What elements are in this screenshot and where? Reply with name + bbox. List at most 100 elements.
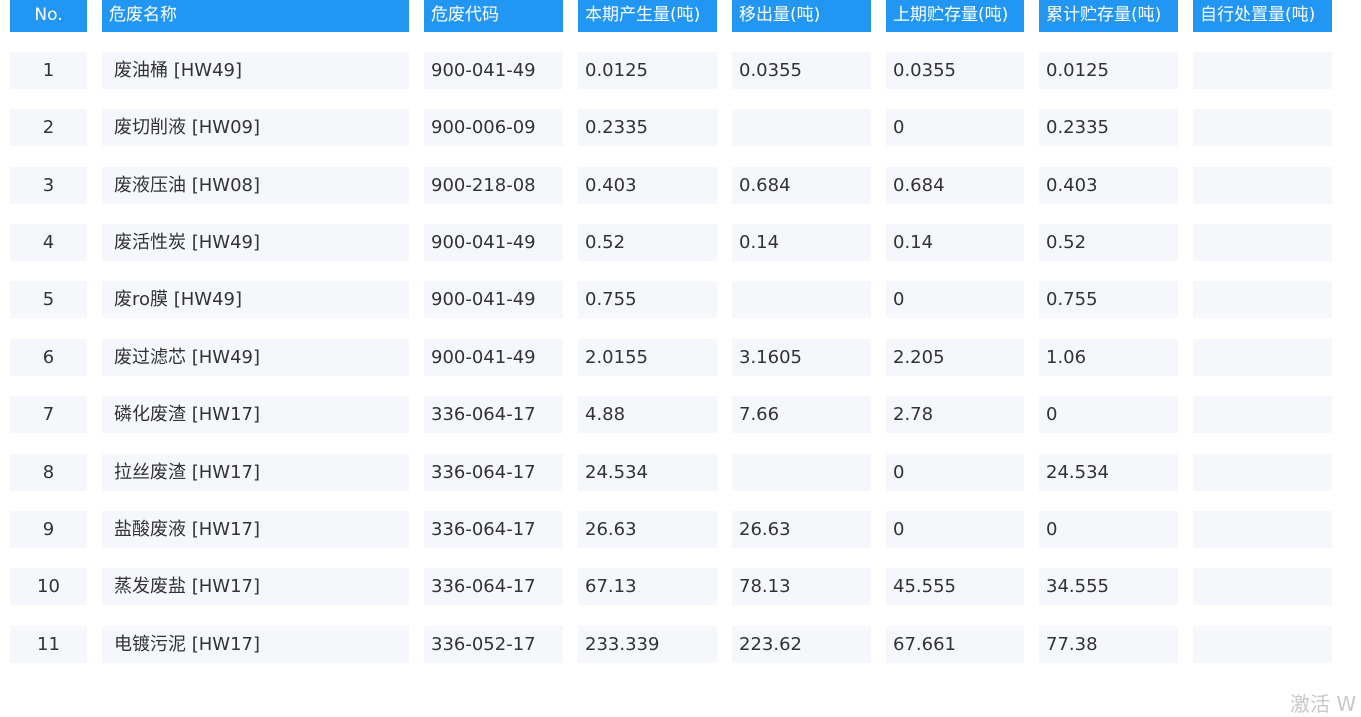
- cell-generated: 26.63: [578, 511, 717, 548]
- cell-waste-code: 336-064-17: [424, 511, 563, 548]
- cell-removed: 3.1605: [732, 339, 871, 376]
- cell-waste-name: 废活性炭 [HW49]: [102, 224, 409, 261]
- cell-self-disposal: [1193, 224, 1332, 261]
- cell-total-storage: 0.2335: [1039, 109, 1178, 146]
- cell-removed: 78.13: [732, 568, 871, 605]
- table-row[interactable]: 3 废液压油 [HW08] 900-218-08 0.403 0.684 0.6…: [0, 167, 1361, 204]
- cell-total-storage: 34.555: [1039, 568, 1178, 605]
- cell-no: 6: [10, 339, 87, 376]
- cell-removed: 0.684: [732, 167, 871, 204]
- column-header-self-disposal[interactable]: 自行处置量(吨): [1193, 0, 1332, 32]
- cell-prev-storage: 0.684: [886, 167, 1024, 204]
- cell-waste-name: 磷化废渣 [HW17]: [102, 396, 409, 433]
- cell-prev-storage: 67.661: [886, 626, 1024, 663]
- cell-self-disposal: [1193, 568, 1332, 605]
- waste-table: No. 危废名称 危废代码 本期产生量(吨) 移出量(吨) 上期贮存量(吨) 累…: [0, 0, 1361, 700]
- cell-prev-storage: 2.205: [886, 339, 1024, 376]
- cell-generated: 67.13: [578, 568, 717, 605]
- cell-removed: [732, 109, 871, 146]
- cell-no: 9: [10, 511, 87, 548]
- cell-no: 11: [10, 626, 87, 663]
- cell-no: 2: [10, 109, 87, 146]
- cell-no: 7: [10, 396, 87, 433]
- cell-total-storage: 24.534: [1039, 454, 1178, 491]
- cell-removed: 0.14: [732, 224, 871, 261]
- cell-total-storage: 0.403: [1039, 167, 1178, 204]
- cell-no: 10: [10, 568, 87, 605]
- table-row[interactable]: 5 废ro膜 [HW49] 900-041-49 0.755 0 0.755: [0, 281, 1361, 318]
- table-row[interactable]: 6 废过滤芯 [HW49] 900-041-49 2.0155 3.1605 2…: [0, 339, 1361, 376]
- cell-self-disposal: [1193, 167, 1332, 204]
- cell-prev-storage: 45.555: [886, 568, 1024, 605]
- cell-waste-code: 336-064-17: [424, 568, 563, 605]
- cell-self-disposal: [1193, 281, 1332, 318]
- cell-generated: 0.755: [578, 281, 717, 318]
- cell-generated: 0.0125: [578, 52, 717, 89]
- cell-waste-name: 盐酸废液 [HW17]: [102, 511, 409, 548]
- column-header-removed[interactable]: 移出量(吨): [732, 0, 871, 32]
- cell-total-storage: 77.38: [1039, 626, 1178, 663]
- table-row[interactable]: 8 拉丝废渣 [HW17] 336-064-17 24.534 0 24.534: [0, 454, 1361, 491]
- cell-prev-storage: 0.14: [886, 224, 1024, 261]
- cell-waste-name: 蒸发废盐 [HW17]: [102, 568, 409, 605]
- cell-waste-name: 废切削液 [HW09]: [102, 109, 409, 146]
- cell-waste-name: 拉丝废渣 [HW17]: [102, 454, 409, 491]
- cell-self-disposal: [1193, 454, 1332, 491]
- cell-generated: 0.2335: [578, 109, 717, 146]
- column-header-generated[interactable]: 本期产生量(吨): [578, 0, 717, 32]
- cell-removed: [732, 454, 871, 491]
- table-row[interactable]: 1 废油桶 [HW49] 900-041-49 0.0125 0.0355 0.…: [0, 52, 1361, 89]
- cell-removed: 26.63: [732, 511, 871, 548]
- column-header-waste-name[interactable]: 危废名称: [102, 0, 409, 32]
- cell-total-storage: 0: [1039, 511, 1178, 548]
- cell-generated: 24.534: [578, 454, 717, 491]
- cell-prev-storage: 0: [886, 109, 1024, 146]
- table-row[interactable]: 9 盐酸废液 [HW17] 336-064-17 26.63 26.63 0 0: [0, 511, 1361, 548]
- cell-waste-code: 900-006-09: [424, 109, 563, 146]
- column-header-total-storage[interactable]: 累计贮存量(吨): [1039, 0, 1178, 32]
- table-row[interactable]: 7 磷化废渣 [HW17] 336-064-17 4.88 7.66 2.78 …: [0, 396, 1361, 433]
- cell-prev-storage: 0: [886, 511, 1024, 548]
- cell-generated: 0.403: [578, 167, 717, 204]
- cell-prev-storage: 0: [886, 281, 1024, 318]
- cell-waste-code: 900-041-49: [424, 52, 563, 89]
- cell-generated: 0.52: [578, 224, 717, 261]
- cell-self-disposal: [1193, 339, 1332, 376]
- cell-generated: 2.0155: [578, 339, 717, 376]
- cell-waste-code: 900-041-49: [424, 339, 563, 376]
- cell-removed: 7.66: [732, 396, 871, 433]
- cell-self-disposal: [1193, 52, 1332, 89]
- table-row[interactable]: 2 废切削液 [HW09] 900-006-09 0.2335 0 0.2335: [0, 109, 1361, 146]
- column-header-no[interactable]: No.: [10, 0, 87, 32]
- cell-waste-code: 900-041-49: [424, 281, 563, 318]
- cell-prev-storage: 2.78: [886, 396, 1024, 433]
- activation-watermark: 激活 W: [1290, 692, 1357, 716]
- column-header-prev-storage[interactable]: 上期贮存量(吨): [886, 0, 1024, 32]
- cell-waste-name: 废过滤芯 [HW49]: [102, 339, 409, 376]
- cell-waste-name: 废ro膜 [HW49]: [102, 281, 409, 318]
- cell-generated: 233.339: [578, 626, 717, 663]
- cell-self-disposal: [1193, 511, 1332, 548]
- cell-total-storage: 1.06: [1039, 339, 1178, 376]
- cell-total-storage: 0.52: [1039, 224, 1178, 261]
- cell-waste-name: 电镀污泥 [HW17]: [102, 626, 409, 663]
- cell-no: 3: [10, 167, 87, 204]
- cell-self-disposal: [1193, 109, 1332, 146]
- column-header-waste-code[interactable]: 危废代码: [424, 0, 563, 32]
- cell-self-disposal: [1193, 626, 1332, 663]
- cell-waste-code: 336-064-17: [424, 396, 563, 433]
- cell-no: 4: [10, 224, 87, 261]
- cell-waste-code: 336-064-17: [424, 454, 563, 491]
- table-row[interactable]: 4 废活性炭 [HW49] 900-041-49 0.52 0.14 0.14 …: [0, 224, 1361, 261]
- cell-self-disposal: [1193, 396, 1332, 433]
- cell-no: 5: [10, 281, 87, 318]
- cell-waste-code: 900-218-08: [424, 167, 563, 204]
- table-row[interactable]: 10 蒸发废盐 [HW17] 336-064-17 67.13 78.13 45…: [0, 568, 1361, 605]
- cell-no: 8: [10, 454, 87, 491]
- cell-waste-code: 336-052-17: [424, 626, 563, 663]
- cell-waste-name: 废液压油 [HW08]: [102, 167, 409, 204]
- cell-prev-storage: 0: [886, 454, 1024, 491]
- cell-total-storage: 0: [1039, 396, 1178, 433]
- cell-waste-name: 废油桶 [HW49]: [102, 52, 409, 89]
- table-row[interactable]: 11 电镀污泥 [HW17] 336-052-17 233.339 223.62…: [0, 626, 1361, 663]
